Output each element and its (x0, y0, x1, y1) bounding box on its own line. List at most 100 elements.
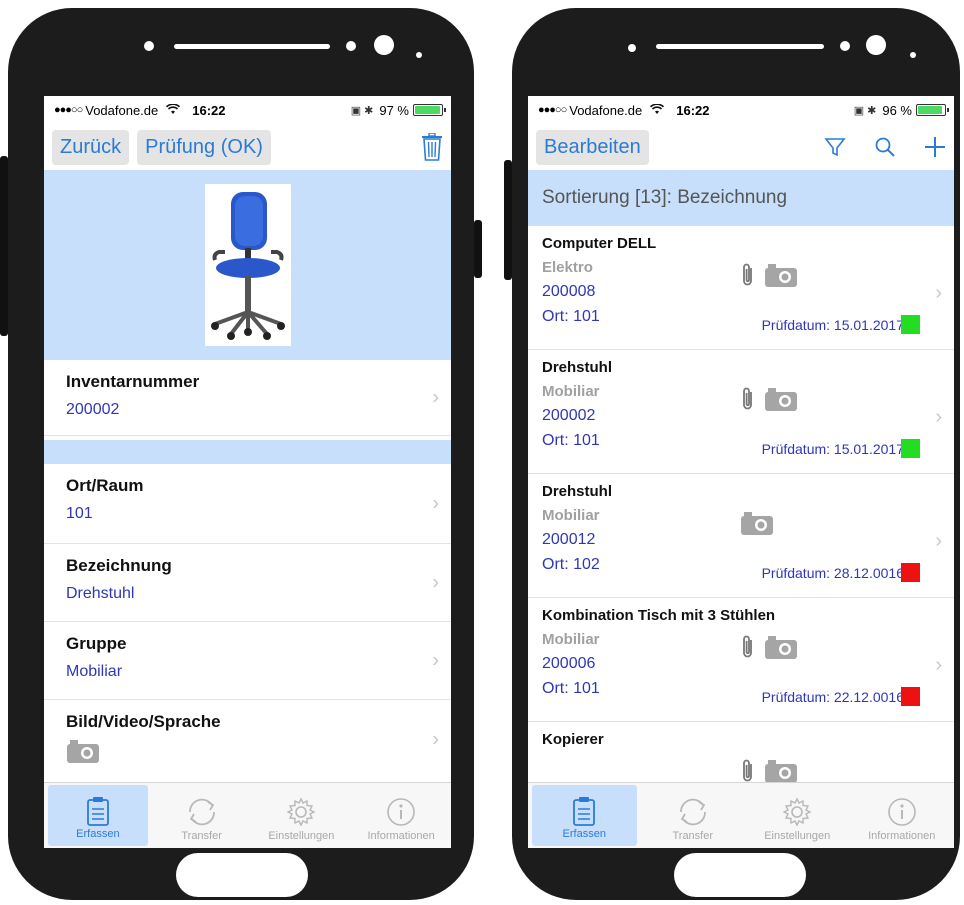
speaker (656, 44, 824, 49)
info-icon (387, 798, 415, 826)
status-bar: ●●●○○ Vodafone.de 16:22 ▣ ✱ 97 % (44, 96, 451, 124)
tab-erfassen[interactable]: Erfassen (48, 785, 148, 846)
phone-right: ●●●○○ Vodafone.de 16:22 ▣ ✱ 96 % Bearbei… (504, 8, 960, 900)
phone-left: ●●●○○ Vodafone.de 16:22 ▣ ✱ 97 % Zurück … (0, 8, 482, 900)
clock: 16:22 (192, 102, 226, 118)
item-attachments (740, 262, 798, 293)
status-indicator (901, 687, 920, 706)
status-indicator (901, 315, 920, 334)
row-inventarnummer[interactable]: Inventarnummer 200002 › (44, 360, 451, 436)
chevron-right-icon: › (432, 492, 439, 514)
row-value: Mobiliar (66, 663, 123, 680)
side-button (0, 156, 8, 336)
item-attachments (740, 634, 798, 665)
gear-icon (782, 797, 812, 827)
status-indicator (901, 563, 920, 582)
row-ort-raum[interactable]: Ort/Raum 101 › (44, 464, 451, 544)
camera-icon (764, 634, 798, 665)
tab-einstellungen[interactable]: Einstellungen (745, 783, 850, 848)
chevron-right-icon: › (935, 654, 942, 676)
search-icon[interactable] (874, 136, 896, 158)
side-button (504, 160, 512, 280)
row-value: Drehstuhl (66, 585, 135, 602)
nav-bar: Zurück Prüfung (OK) (44, 124, 451, 170)
screen-detail: ●●●○○ Vodafone.de 16:22 ▣ ✱ 97 % Zurück … (44, 96, 451, 848)
add-icon[interactable] (924, 136, 946, 158)
paperclip-icon (740, 634, 756, 665)
tab-erfassen[interactable]: Erfassen (532, 785, 637, 846)
sensor-dot (628, 44, 636, 52)
tab-label: Erfassen (562, 828, 606, 840)
sync-icon (679, 798, 706, 826)
battery-icon (916, 104, 949, 116)
sensor-dot (416, 52, 422, 58)
item-title: Drehstuhl (542, 359, 613, 376)
row-label: Bild/Video/Sprache (66, 712, 221, 731)
back-button[interactable]: Zurück (52, 129, 130, 165)
edit-button[interactable]: Bearbeiten (536, 129, 649, 165)
trash-icon[interactable] (421, 133, 443, 161)
tab-transfer[interactable]: Transfer (152, 783, 252, 848)
check-button[interactable]: Prüfung (OK) (137, 129, 271, 165)
office-chair-image[interactable] (204, 184, 291, 346)
item-title: Kombination Tisch mit 3 Stühlen (542, 607, 776, 624)
chevron-right-icon: › (432, 728, 439, 751)
paperclip-icon (740, 262, 756, 293)
item-attachments (740, 386, 798, 417)
status-indicator (901, 439, 920, 458)
home-button[interactable] (176, 853, 308, 897)
sensor-dot (346, 41, 356, 51)
tab-label: Informationen (367, 830, 435, 842)
camera-icon (764, 386, 798, 417)
bluetooth-icon: ▣ ✱ (350, 104, 374, 117)
row-label: Gruppe (66, 634, 127, 653)
wifi-icon (650, 102, 665, 118)
paperclip-icon (740, 386, 756, 417)
tab-label: Transfer (672, 830, 714, 842)
signal-icon: ●●●○○ (54, 104, 83, 116)
list-item[interactable]: Drehstuhl Mobiliar 200012 Ort: 102 Prüfdatum… (528, 474, 954, 598)
clipboard-icon (573, 797, 596, 826)
item-title: Kopierer (542, 731, 604, 748)
sensor-dot (840, 41, 850, 51)
chevron-right-icon: › (432, 649, 439, 671)
tab-label: Einstellungen (268, 830, 335, 842)
item-check-date: Prüfdatum: 22.12.0016 (761, 689, 904, 705)
item-check-date: Prüfdatum: 28.12.0016 (761, 565, 904, 581)
sync-icon (188, 798, 215, 826)
sort-header[interactable]: Sortierung [13]: Bezeichnung (528, 170, 954, 226)
tab-label: Transfer (181, 830, 222, 842)
item-check-date: Prüfdatum: 15.01.2017 (761, 441, 904, 457)
chevron-right-icon: › (935, 530, 942, 552)
row-label: Bezeichnung (66, 556, 172, 575)
list-item[interactable]: Drehstuhl Mobiliar 200002 Ort: 101 Prüfdatum… (528, 350, 954, 474)
sensor-dot (910, 52, 916, 58)
home-button[interactable] (674, 853, 806, 897)
battery-percent: 96 % (882, 102, 912, 118)
battery-icon (413, 104, 446, 116)
row-bezeichnung[interactable]: Bezeichnung Drehstuhl › (44, 544, 451, 622)
speaker (174, 44, 330, 49)
camera-icon (740, 510, 774, 541)
side-button (474, 220, 482, 278)
row-bild-video-sprache[interactable]: Bild/Video/Sprache › (44, 700, 451, 780)
tab-informationen[interactable]: Informationen (850, 783, 955, 848)
item-title: Drehstuhl (542, 483, 613, 500)
row-label: Ort/Raum (66, 476, 144, 495)
row-gruppe[interactable]: Gruppe Mobiliar › (44, 622, 451, 700)
row-value: 200002 (66, 401, 120, 418)
item-check-date: Prüfdatum: 15.01.2017 (761, 317, 904, 333)
filter-icon[interactable] (824, 136, 846, 158)
list-item[interactable]: Kombination Tisch mit 3 Stühlen Mobiliar 2… (528, 598, 954, 722)
tab-informationen[interactable]: Informationen (351, 783, 451, 848)
bluetooth-icon: ▣ ✱ (853, 104, 877, 117)
clock: 16:22 (676, 102, 710, 118)
item-title: Computer DELL (542, 235, 657, 252)
tab-einstellungen[interactable]: Einstellungen (252, 783, 352, 848)
tab-transfer[interactable]: Transfer (641, 783, 746, 848)
list-item[interactable]: Computer DELL Elektro 200008 Ort: 101 Prüfda… (528, 226, 954, 350)
battery-percent: 97 % (379, 102, 409, 118)
camera-icon (764, 262, 798, 293)
camera-icon (66, 738, 433, 769)
chevron-right-icon: › (432, 386, 439, 408)
